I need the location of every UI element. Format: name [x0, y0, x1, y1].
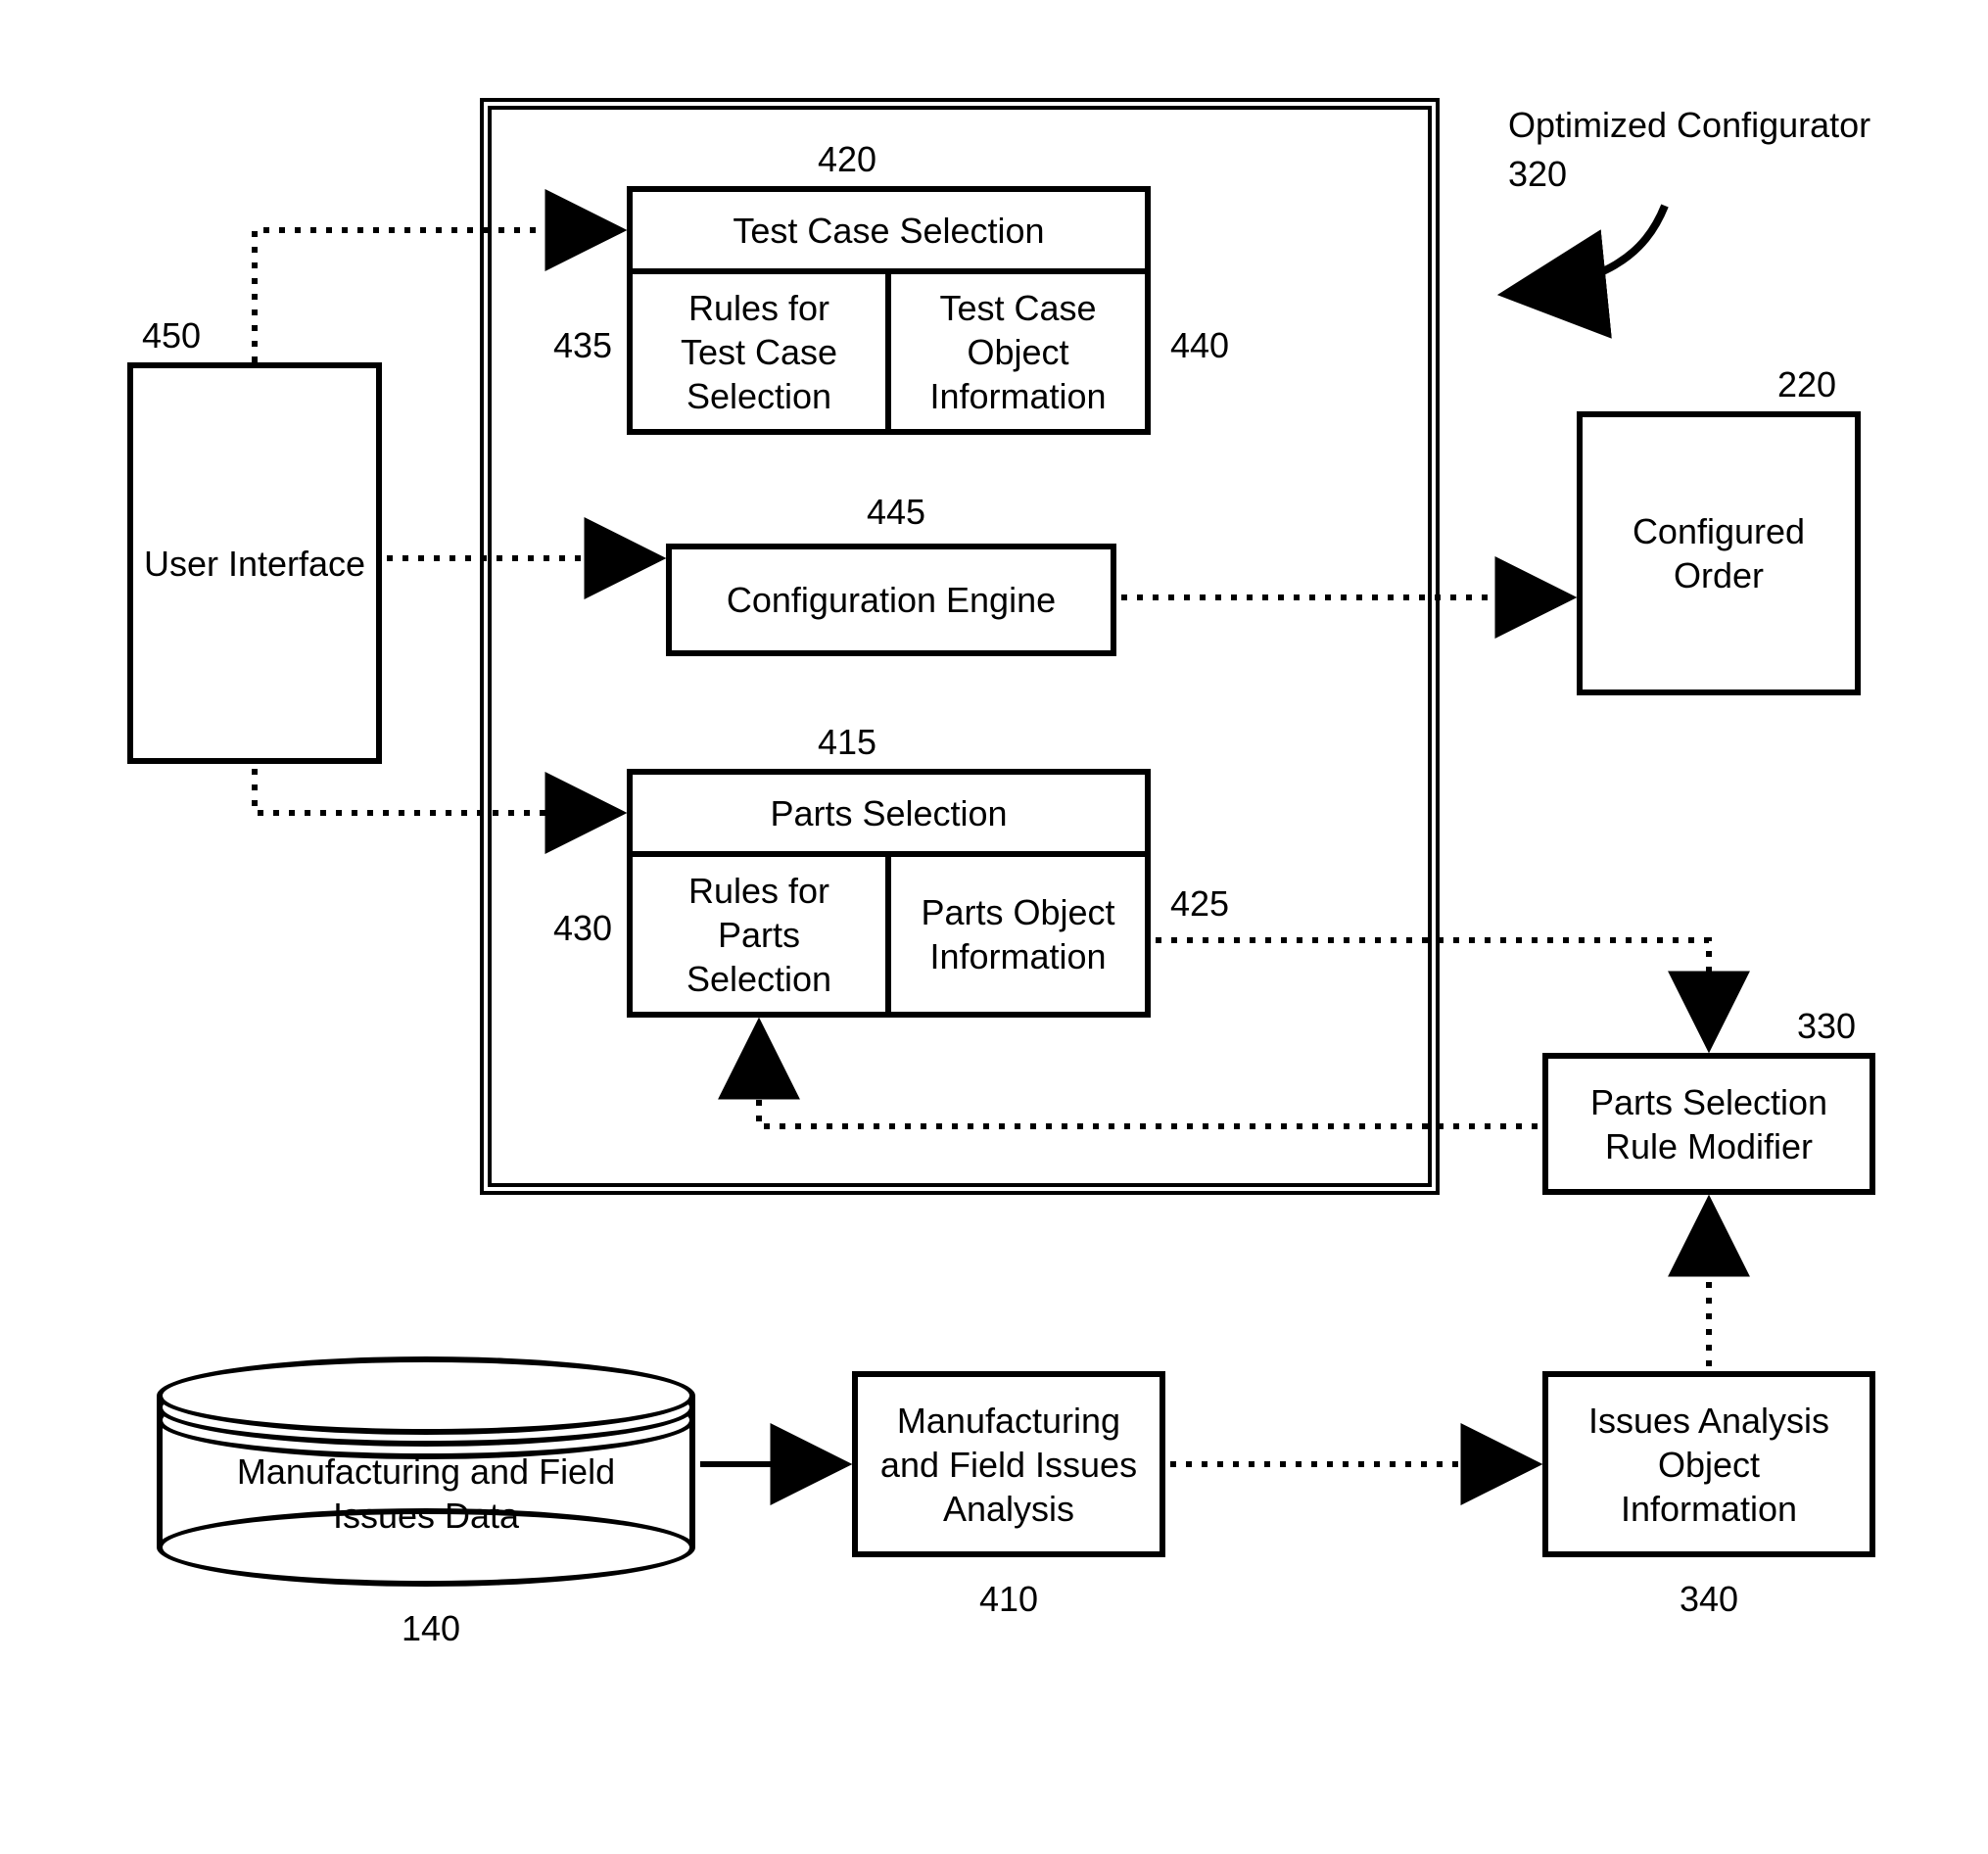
config-engine-label: Configuration Engine	[727, 578, 1056, 622]
rule-modifier-box: Parts Selection Rule Modifier	[1542, 1053, 1875, 1195]
user-interface-box: User Interface	[127, 362, 382, 764]
user-interface-ref: 450	[127, 313, 215, 357]
issues-analysis-box: Manufacturing and Field Issues Analysis	[852, 1371, 1165, 1557]
configured-order-ref: 220	[1763, 362, 1851, 406]
issues-analysis-obj-box: Issues Analysis Object Information	[1542, 1371, 1875, 1557]
config-engine-ref: 445	[852, 490, 940, 534]
test-case-selection-header: Test Case Selection	[627, 186, 1151, 274]
issues-analysis-obj-label: Issues Analysis Object Information	[1588, 1399, 1829, 1531]
rule-modifier-ref: 330	[1782, 1004, 1870, 1048]
parts-object-ref: 425	[1160, 881, 1239, 926]
parts-object-box: Parts Object Information	[885, 851, 1151, 1018]
parts-rules-label: Rules for Parts Selection	[686, 869, 831, 1001]
parts-object-label: Parts Object Information	[921, 890, 1114, 978]
issues-analysis-ref: 410	[965, 1577, 1053, 1621]
test-case-rules-box: Rules for Test Case Selection	[627, 268, 891, 435]
test-case-selection-ref: 420	[803, 137, 891, 181]
test-case-object-label: Test Case Object Information	[929, 286, 1106, 418]
configured-order-box: Configured Order	[1577, 411, 1861, 695]
configured-order-label: Configured Order	[1633, 509, 1805, 597]
test-case-object-ref: 440	[1160, 323, 1239, 367]
issues-analysis-obj-ref: 340	[1665, 1577, 1753, 1621]
issues-data-cylinder: Manufacturing and Field Issues Data	[157, 1356, 695, 1587]
config-engine-box: Configuration Engine	[666, 544, 1116, 656]
parts-rules-ref: 430	[544, 906, 622, 950]
annotation-ref: 320	[1508, 152, 1606, 196]
parts-selection-ref: 415	[803, 720, 891, 764]
annotation-title: Optimized Configurator	[1508, 103, 1919, 147]
parts-rules-box: Rules for Parts Selection	[627, 851, 891, 1018]
issues-data-label: Manufacturing and Field Issues Data	[157, 1450, 695, 1538]
issues-analysis-label: Manufacturing and Field Issues Analysis	[880, 1399, 1137, 1531]
test-case-rules-ref: 435	[544, 323, 622, 367]
test-case-object-box: Test Case Object Information	[885, 268, 1151, 435]
test-case-rules-label: Rules for Test Case Selection	[681, 286, 837, 418]
test-case-selection-header-label: Test Case Selection	[733, 209, 1044, 253]
rule-modifier-label: Parts Selection Rule Modifier	[1590, 1080, 1827, 1168]
parts-selection-header-label: Parts Selection	[770, 791, 1007, 835]
parts-selection-header: Parts Selection	[627, 769, 1151, 857]
issues-data-ref: 140	[387, 1606, 475, 1650]
user-interface-label: User Interface	[144, 542, 365, 586]
